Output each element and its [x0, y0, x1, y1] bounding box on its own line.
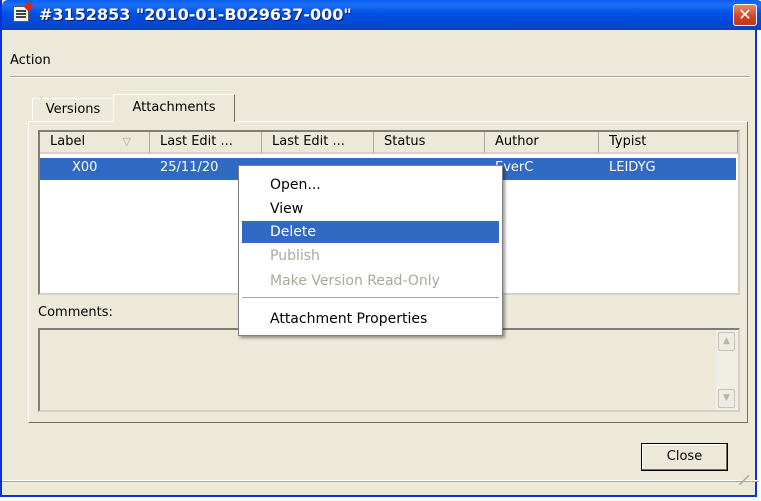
column-header-last-edit-2[interactable]: Last Edit ...: [262, 132, 374, 154]
comments-label: Comments:: [38, 305, 113, 320]
scroll-down-icon[interactable]: ▼: [718, 389, 735, 408]
title-bar[interactable]: #3152853 "2010-01-B029637-000" ✕: [2, 0, 761, 30]
window-title: #3152853 "2010-01-B029637-000": [39, 5, 352, 24]
window-close-button[interactable]: ✕: [733, 4, 757, 26]
document-icon: [13, 6, 29, 22]
close-button[interactable]: Close: [641, 443, 728, 471]
menu-bar: Action: [2, 49, 759, 71]
column-header-typist[interactable]: Typist: [599, 132, 738, 154]
menu-item-attachment-properties[interactable]: Attachment Properties: [242, 308, 499, 330]
tab-attachments[interactable]: Attachments: [113, 94, 235, 122]
menu-action[interactable]: Action: [10, 53, 51, 68]
comments-scrollbar[interactable]: ▲ ▼: [716, 330, 738, 410]
menu-divider: [10, 76, 750, 78]
tab-versions[interactable]: Versions: [32, 98, 114, 120]
menu-separator: [242, 297, 499, 298]
context-menu: Open... View Delete Publish Make Version…: [238, 165, 503, 336]
resize-grip-icon[interactable]: [739, 475, 749, 485]
column-header-last-edit-1[interactable]: Last Edit ...: [150, 132, 262, 154]
status-divider: [2, 480, 759, 482]
menu-item-make-read-only: Make Version Read-Only: [270, 273, 440, 289]
comments-field[interactable]: ▲ ▼: [38, 328, 740, 412]
menu-item-publish: Publish: [270, 248, 320, 264]
cell-last-edit-1: 25/11/20: [160, 160, 219, 175]
column-header-label[interactable]: Label ▽: [40, 132, 150, 154]
menu-item-open[interactable]: Open...: [242, 174, 499, 196]
scroll-up-icon[interactable]: ▲: [718, 332, 735, 351]
column-header-status[interactable]: Status: [374, 132, 485, 154]
cell-typist: LEIDYG: [609, 160, 656, 175]
column-header-text: Label: [50, 134, 86, 149]
menu-item-view[interactable]: View: [242, 198, 499, 220]
cell-label: X00: [72, 160, 98, 175]
column-header-author[interactable]: Author: [485, 132, 599, 154]
sort-indicator-icon: ▽: [122, 135, 131, 148]
menu-item-delete[interactable]: Delete: [242, 221, 499, 243]
